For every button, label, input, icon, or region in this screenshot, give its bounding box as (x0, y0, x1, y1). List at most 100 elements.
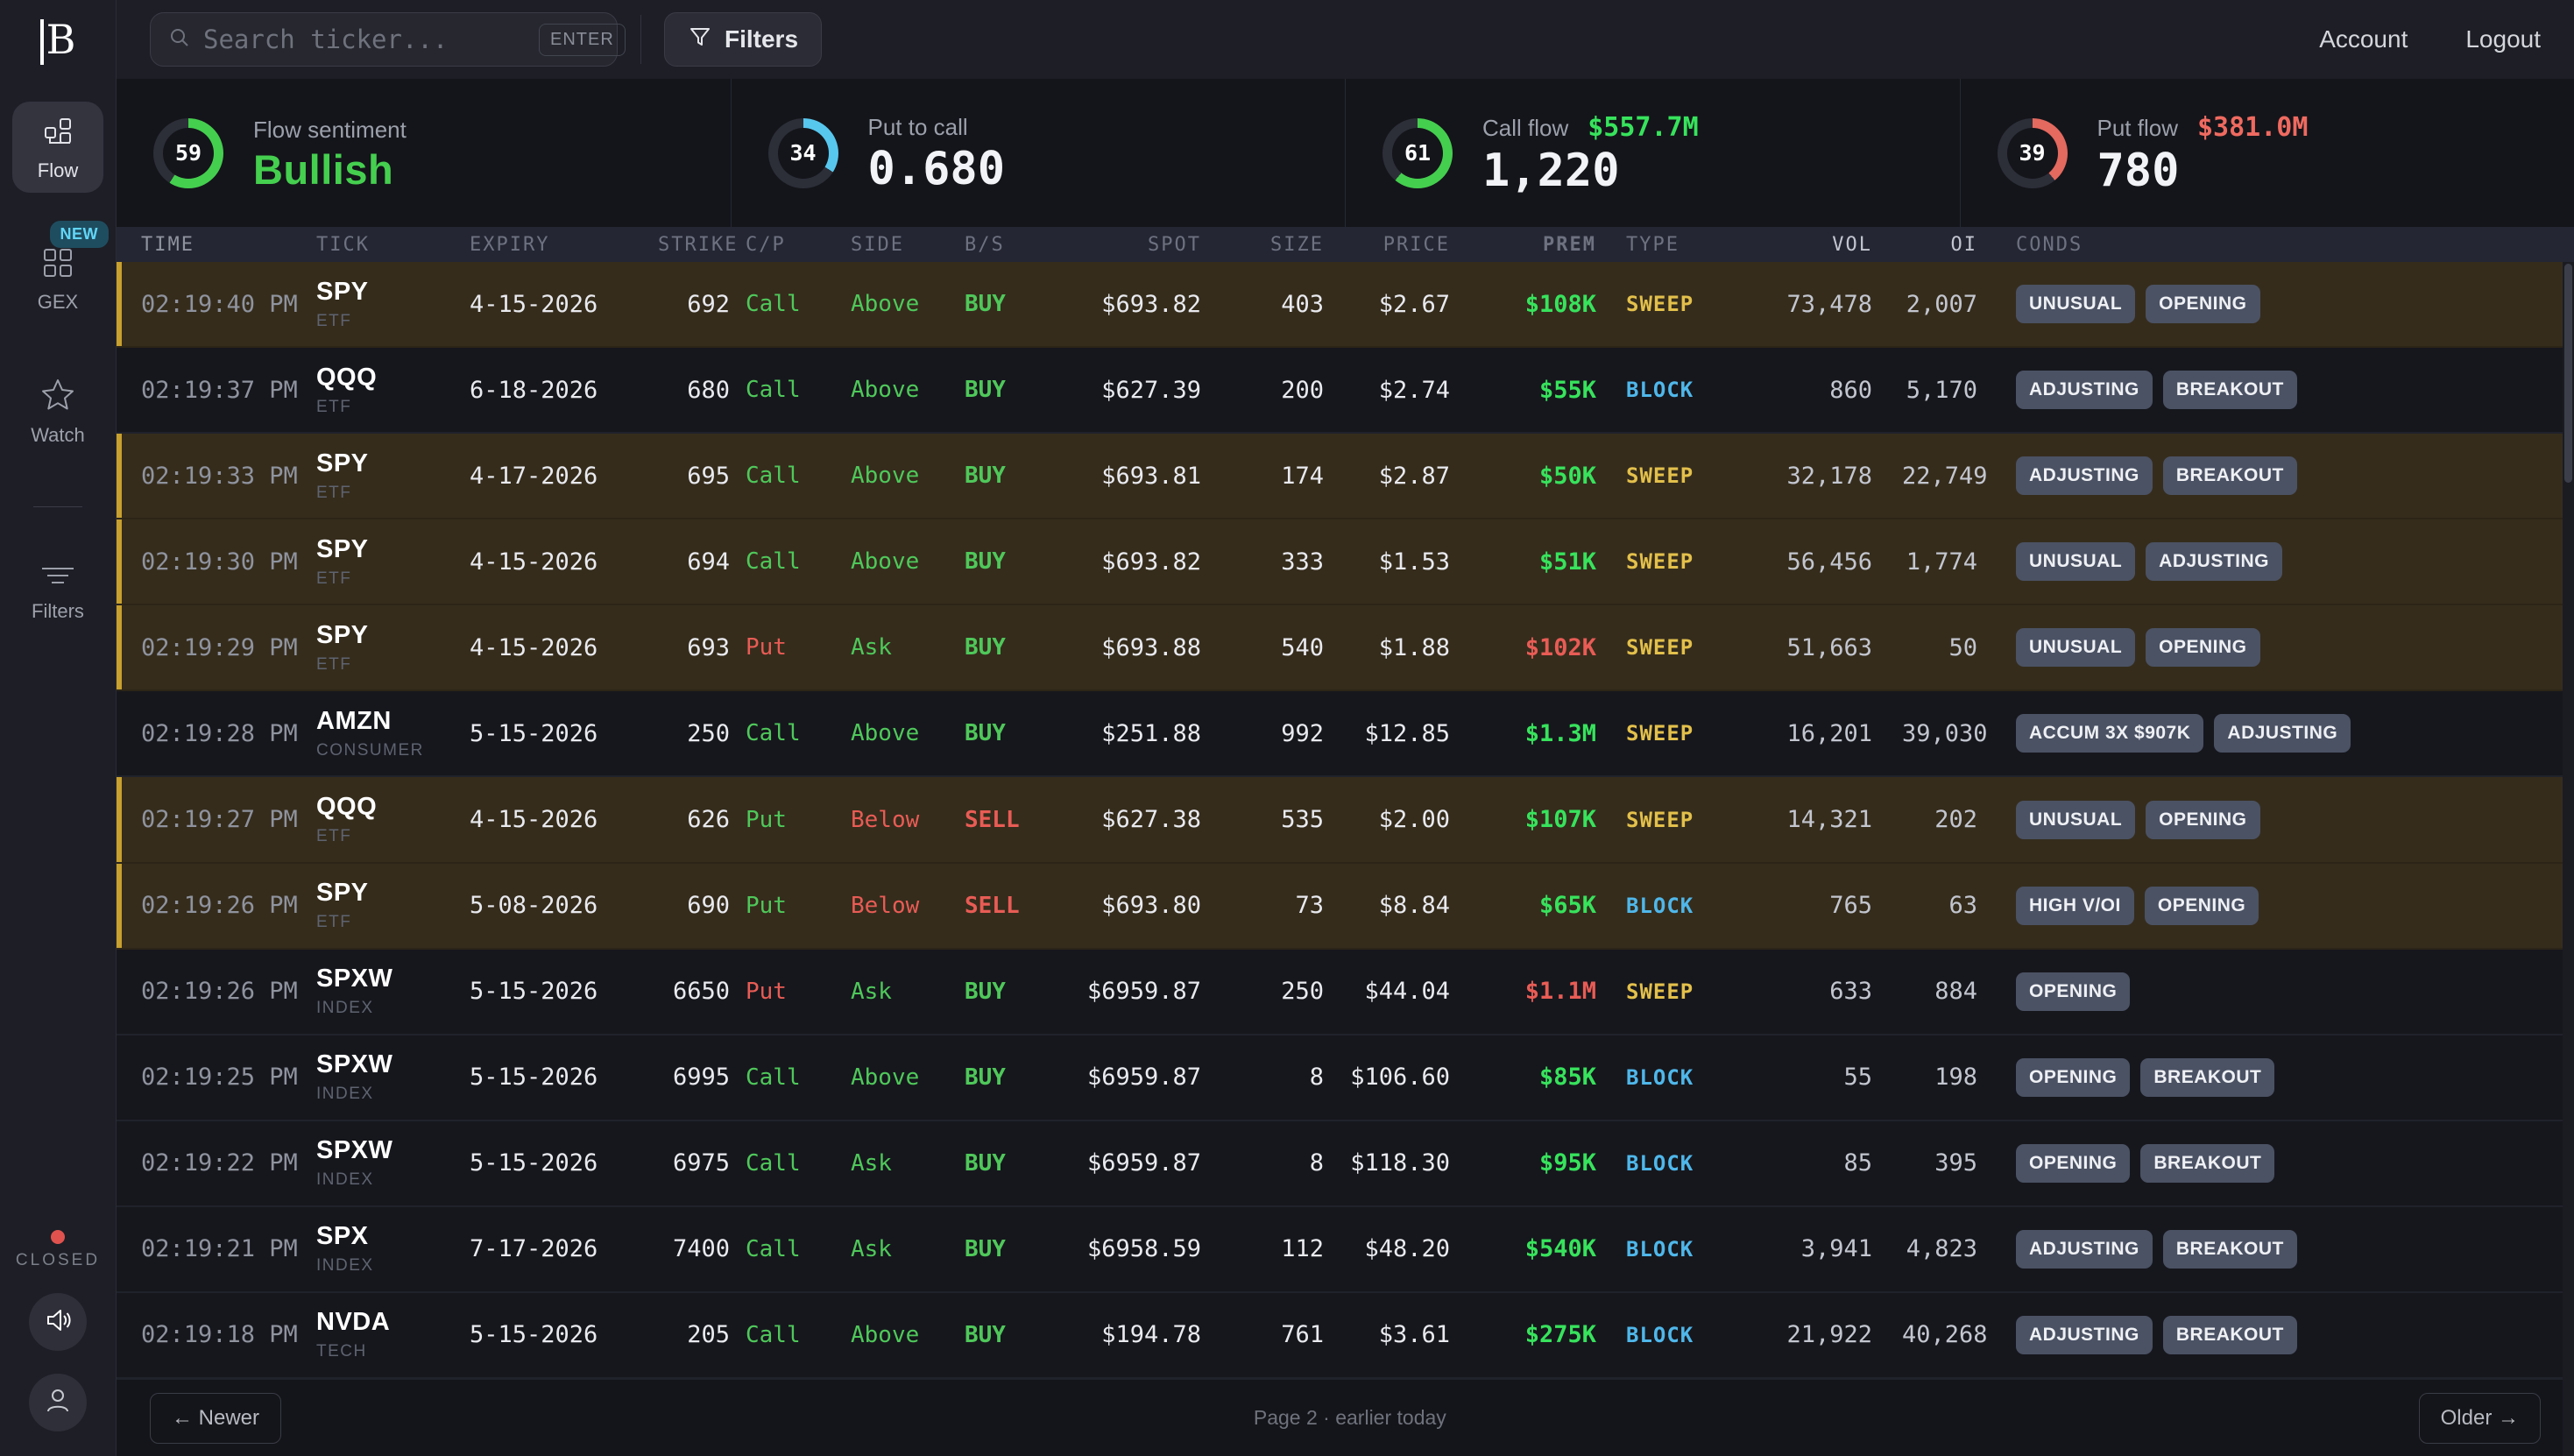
column-header[interactable]: B/S (965, 234, 1065, 256)
table-row[interactable]: 02:19:21 PM SPX INDEX 7-17-2026 7400 Cal… (117, 1207, 2574, 1293)
table-row[interactable]: 02:19:25 PM SPXW INDEX 5-15-2026 6995 Ca… (117, 1035, 2574, 1121)
column-header[interactable]: PREM (1473, 234, 1626, 256)
spot-price: $6959.87 (1065, 1149, 1227, 1177)
column-header[interactable]: TIME (141, 234, 316, 256)
sidebar-item-flow[interactable]: Flow (12, 102, 103, 193)
table-row[interactable]: 02:19:22 PM SPXW INDEX 5-15-2026 6975 Ca… (117, 1121, 2574, 1207)
scrollbar-thumb[interactable] (2564, 264, 2572, 483)
option-price: $118.30 (1341, 1149, 1473, 1177)
table-scrollbar[interactable] (2563, 262, 2574, 1456)
column-header[interactable]: TYPE (1626, 234, 1757, 256)
table-row[interactable]: 02:19:28 PM AMZN CONSUMER 5-15-2026 250 … (117, 691, 2574, 777)
expiry-date: 5-08-2026 (470, 892, 658, 919)
expiry-date: 5-15-2026 (470, 720, 658, 747)
table-row[interactable]: 02:19:26 PM SPY ETF 5-08-2026 690 Put Be… (117, 864, 2574, 950)
topbar: ENTER Filters Account Logout (117, 0, 2574, 79)
table-row[interactable]: 02:19:40 PM SPY ETF 4-15-2026 692 Call A… (117, 262, 2574, 348)
trade-time: 02:19:37 PM (141, 377, 316, 404)
flow-sentiment-card: 59 Flow sentiment Bullish (117, 79, 731, 227)
option-price: $106.60 (1341, 1064, 1473, 1091)
strike-price: 690 (658, 892, 746, 919)
filters-button[interactable]: Filters (664, 12, 822, 67)
premium: $108K (1473, 291, 1626, 318)
column-header[interactable]: OI (1902, 234, 2016, 256)
buy-sell: BUY (965, 548, 1065, 575)
expiry-date: 4-15-2026 (470, 291, 658, 318)
condition-badge: ADJUSTING (2016, 1230, 2153, 1269)
ticker-cell: SPX INDEX (316, 1222, 470, 1276)
ticker-sector: ETF (316, 655, 470, 675)
table-row[interactable]: 02:19:27 PM QQQ ETF 4-15-2026 626 Put Be… (117, 777, 2574, 863)
put-to-call-value: 0.680 (868, 146, 1006, 192)
ticker-symbol: QQQ (316, 793, 470, 822)
trade-time: 02:19:28 PM (141, 720, 316, 747)
column-header[interactable]: C/P (746, 234, 851, 256)
call-put: Call (746, 463, 851, 489)
volume: 3,941 (1757, 1235, 1902, 1262)
ticker-sector: ETF (316, 827, 470, 846)
column-header[interactable]: STRIKE (658, 234, 746, 256)
buy-sell: BUY (965, 720, 1065, 746)
conditions-cell: ADJUSTINGBREAKOUT (2016, 1316, 2549, 1354)
ticker-symbol: SPY (316, 535, 470, 564)
sidebar-divider (33, 506, 82, 507)
column-header[interactable]: SIDE (851, 234, 965, 256)
column-header[interactable]: TICK (316, 234, 470, 256)
table-row[interactable]: 02:19:30 PM SPY ETF 4-15-2026 694 Call A… (117, 519, 2574, 605)
main-area: ENTER Filters Account Logout 59 Flow sen… (117, 0, 2574, 1456)
sidebar-item-filters[interactable]: Filters (12, 549, 103, 633)
table-row[interactable]: 02:19:33 PM SPY ETF 4-17-2026 695 Call A… (117, 434, 2574, 519)
profile-button[interactable] (29, 1374, 87, 1431)
call-put: Put (746, 893, 851, 919)
ticker-sector: ETF (316, 913, 470, 932)
table-row[interactable]: 02:19:26 PM SPXW INDEX 5-15-2026 6650 Pu… (117, 950, 2574, 1035)
flow-sentiment-value: Bullish (253, 149, 407, 190)
buy-sell: BUY (965, 979, 1065, 1005)
app-logo[interactable]: B (40, 19, 76, 65)
spot-price: $693.80 (1065, 892, 1227, 919)
expiry-date: 4-17-2026 (470, 463, 658, 490)
column-header[interactable]: SPOT (1065, 234, 1227, 256)
trade-type: SWEEP (1626, 721, 1757, 746)
ticker-symbol: SPY (316, 278, 470, 307)
premium: $51K (1473, 548, 1626, 576)
trade-size: 174 (1227, 463, 1341, 490)
sidebar-item-watch[interactable]: Watch (12, 364, 103, 457)
column-header[interactable]: SIZE (1227, 234, 1341, 256)
trade-size: 8 (1227, 1149, 1341, 1177)
condition-badge: BREAKOUT (2163, 456, 2297, 495)
ticker-sector: ETF (316, 398, 470, 417)
premium: $107K (1473, 806, 1626, 833)
condition-badge: ADJUSTING (2016, 456, 2153, 495)
fill-side: Ask (851, 979, 965, 1005)
trade-time: 02:19:25 PM (141, 1064, 316, 1091)
newer-page-button[interactable]: ← Newer (150, 1393, 281, 1444)
column-header[interactable]: CONDS (2016, 234, 2549, 256)
account-link[interactable]: Account (2319, 25, 2408, 53)
expiry-date: 5-15-2026 (470, 1064, 658, 1091)
table-row[interactable]: 02:19:29 PM SPY ETF 4-15-2026 693 Put As… (117, 605, 2574, 691)
older-page-button[interactable]: Older → (2419, 1393, 2541, 1444)
column-header[interactable]: PRICE (1341, 234, 1473, 256)
condition-badge: BREAKOUT (2140, 1144, 2274, 1183)
call-flow-card: 61 Call flow$557.7M 1,220 (1345, 79, 1960, 227)
table-row[interactable]: 02:19:18 PM NVDA TECH 5-15-2026 205 Call… (117, 1293, 2574, 1379)
ticker-cell: SPXW INDEX (316, 1136, 470, 1190)
conditions-cell: UNUSUALOPENING (2016, 628, 2549, 667)
sound-button[interactable] (29, 1293, 87, 1351)
ticker-symbol: SPY (316, 621, 470, 650)
premium: $275K (1473, 1321, 1626, 1348)
call-put: Put (746, 634, 851, 661)
search-box[interactable]: ENTER (150, 12, 618, 67)
volume: 55 (1757, 1064, 1902, 1091)
logout-link[interactable]: Logout (2465, 25, 2541, 53)
table-row[interactable]: 02:19:37 PM QQQ ETF 6-18-2026 680 Call A… (117, 348, 2574, 434)
spot-price: $194.78 (1065, 1321, 1227, 1348)
column-header[interactable]: EXPIRY (470, 234, 658, 256)
column-header[interactable]: VOL (1757, 234, 1902, 256)
open-interest: 63 (1902, 892, 2016, 919)
pagination: ← Newer Page 2 · earlier today Older → (117, 1379, 2574, 1456)
volume: 16,201 (1757, 720, 1902, 747)
sidebar-item-gex[interactable]: NEW GEX (12, 233, 103, 324)
search-input[interactable] (203, 25, 527, 54)
